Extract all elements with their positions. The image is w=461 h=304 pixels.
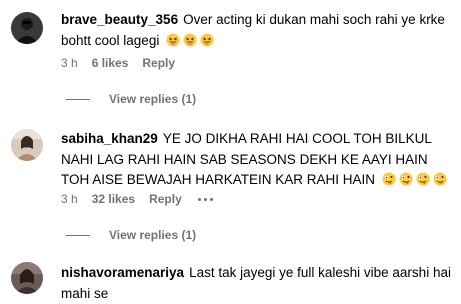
view-replies-label: View replies (1): [109, 228, 197, 242]
comment-text: sabiha_khan29 YE JO DIKHA RAHI HAI COOL T…: [61, 129, 453, 193]
comment-username[interactable]: sabiha_khan29: [61, 131, 158, 146]
avatar[interactable]: [11, 129, 43, 161]
comment-text: nishavoramenariya Last tak jayegi ye full…: [61, 263, 453, 304]
more-options-icon[interactable]: [197, 197, 213, 201]
likes-count[interactable]: 32 likes: [92, 192, 135, 206]
view-replies-label: View replies (1): [109, 92, 197, 106]
comment-username[interactable]: nishavoramenariya: [61, 265, 184, 280]
reply-button[interactable]: Reply: [149, 192, 182, 206]
grinning-squinting-face-icon: [200, 33, 214, 54]
likes-count[interactable]: 6 likes: [92, 56, 129, 70]
zany-face-icon: [416, 172, 430, 193]
grinning-squinting-face-icon: [183, 33, 197, 54]
comment-time: 3 h: [61, 56, 78, 70]
reply-button[interactable]: Reply: [142, 56, 175, 70]
comment-meta: 3 h 6 likes Reply: [61, 56, 189, 70]
comment-text: brave_beauty_356 Over acting ki dukan mah…: [61, 10, 453, 53]
grinning-squinting-face-icon: [166, 33, 180, 54]
comment-time: 3 h: [61, 192, 78, 206]
divider-line: [66, 234, 90, 236]
comment-meta: 3 h 32 likes Reply: [61, 192, 213, 206]
view-replies-button[interactable]: View replies (1): [61, 228, 196, 242]
zany-face-icon: [433, 172, 447, 193]
divider-line: [66, 98, 90, 100]
zany-face-icon: [382, 172, 396, 193]
view-replies-button[interactable]: View replies (1): [61, 92, 196, 106]
avatar[interactable]: [11, 12, 43, 44]
zany-face-icon: [399, 172, 413, 193]
comment-username[interactable]: brave_beauty_356: [61, 12, 178, 27]
avatar[interactable]: [11, 262, 43, 294]
